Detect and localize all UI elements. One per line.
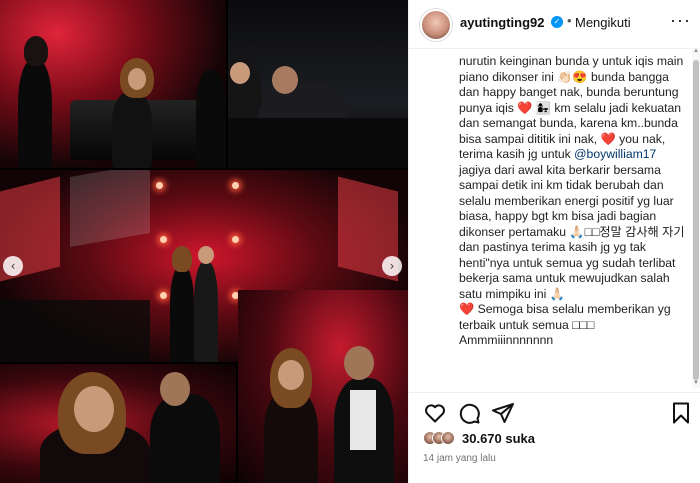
likes-count[interactable]: 30.670 suka	[462, 431, 535, 446]
duet-singer-figure	[170, 266, 194, 362]
more-options-icon[interactable]: ···	[670, 10, 691, 31]
mention-link[interactable]: @boywilliam17	[574, 147, 656, 161]
photo-piano-stage	[0, 0, 226, 168]
singer-figure	[112, 92, 152, 168]
likes-row[interactable]: 30.670 suka	[423, 428, 535, 448]
action-bar	[409, 392, 700, 432]
photo-singer-closeup	[0, 364, 236, 483]
following-button[interactable]: Mengikuti	[575, 15, 631, 30]
post-header: ayutingting92 ✓ • Mengikuti ···	[409, 0, 700, 48]
piano-body	[228, 118, 408, 168]
carousel-prev-button[interactable]: ‹	[3, 256, 23, 276]
carousel-next-button[interactable]: ›	[382, 256, 402, 276]
verified-badge-icon: ✓	[551, 16, 563, 28]
liker-avatar	[441, 431, 455, 445]
username-link[interactable]: ayutingting92	[460, 15, 545, 30]
avatar[interactable]	[420, 9, 452, 41]
share-icon[interactable]	[491, 401, 515, 425]
heart-emoji: ❤️	[459, 302, 475, 316]
caption-text-4: jagiya dari awal kita berkarir bersama s…	[459, 162, 685, 301]
heart-emoji: ❤️	[517, 100, 533, 115]
scroll-down-arrow-icon[interactable]: ▼	[692, 380, 700, 388]
caption-text-5: Semoga bisa selalu memberikan yg terbaik…	[459, 302, 671, 347]
post-timestamp[interactable]: 14 jam yang lalu	[423, 453, 496, 464]
post-panel: ayutingting92 ✓ • Mengikuti ··· nurutin …	[408, 0, 700, 483]
post-caption: nurutin keinginan bunda y untuk iqis mai…	[459, 54, 691, 349]
scrollbar-thumb[interactable]	[693, 60, 699, 380]
band-area	[0, 300, 150, 362]
caption-scroll-area[interactable]: nurutin keinginan bunda y untuk iqis mai…	[409, 48, 700, 390]
heart-outline-icon[interactable]	[423, 401, 447, 425]
photo-duet-closeup	[238, 290, 408, 483]
heart-emoji: ❤️	[600, 131, 616, 146]
pianist-figure	[196, 70, 226, 168]
scroll-up-arrow-icon[interactable]: ▲	[692, 48, 700, 56]
header-separator: •	[567, 13, 572, 28]
post-media[interactable]: ‹ ›	[0, 0, 408, 483]
photo-pianist-closeup	[228, 0, 408, 168]
bookmark-icon[interactable]	[669, 401, 693, 425]
guitarist-figure	[18, 60, 52, 168]
comment-icon[interactable]	[457, 401, 481, 425]
duet-partner-figure	[194, 262, 218, 362]
